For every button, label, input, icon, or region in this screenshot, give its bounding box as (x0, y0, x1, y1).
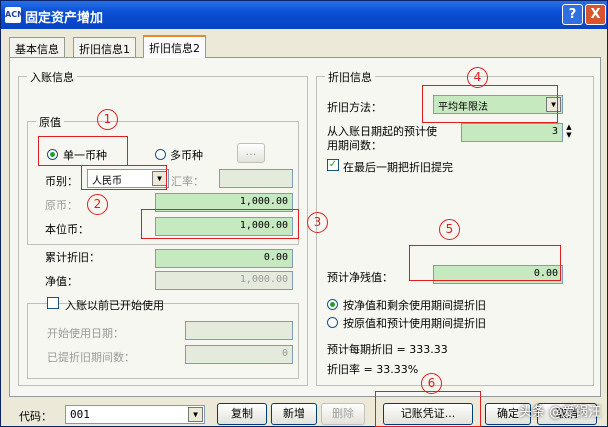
single-currency-radio[interactable] (47, 149, 58, 160)
entry-info-group: 入账信息 原值 单一币种 多币种 … 币别： 人民币 ▼ 汇率： 原币： 1,0… (18, 69, 308, 386)
add-button[interactable]: 新增 (271, 403, 317, 425)
orig-amount-label: 原币： (45, 199, 78, 212)
single-currency-label: 单一币种 (63, 149, 107, 162)
original-value-label: 原值 (36, 114, 64, 130)
prior-use-checkbox[interactable] (47, 297, 59, 309)
multi-currency-label: 多币种 (170, 149, 203, 162)
multi-currency-radio[interactable] (155, 149, 166, 160)
copy-button[interactable]: 复制 (217, 403, 267, 425)
tab-basic-info[interactable]: 基本信息 (9, 37, 65, 57)
annotation-badge-1: 1 (97, 109, 118, 130)
currency-detail-button[interactable]: … (237, 143, 265, 163)
net-value-label: 净值： (45, 275, 78, 288)
currency-select[interactable]: 人民币 ▼ (87, 169, 169, 188)
watermark: 头条 @爱锅汪 (518, 405, 601, 420)
app-icon: ACN (5, 7, 24, 23)
entry-info-label: 入账信息 (27, 69, 77, 85)
life-label-line2: 用期间数： (327, 139, 382, 152)
code-label: 代码： (19, 410, 52, 423)
method-label: 折旧方法： (327, 101, 382, 114)
local-currency-label: 本位币： (45, 223, 89, 236)
depreciation-label: 折旧信息 (325, 69, 375, 85)
per-period-text: 预计每期折旧 = 333.33 (327, 343, 448, 356)
rate-field[interactable] (219, 169, 293, 188)
method-value: 平均年限法 (438, 102, 488, 113)
prior-use-label: 入账以前已开始使用 (65, 299, 164, 312)
accum-dep-label: 累计折旧： (45, 251, 100, 264)
start-date-label: 开始使用日期： (47, 327, 124, 340)
chevron-down-icon[interactable]: ▼ (152, 171, 167, 186)
tab-panel: 入账信息 原值 单一币种 多币种 … 币别： 人民币 ▼ 汇率： 原币： 1,0… (9, 57, 601, 397)
annotation-badge-3: 3 (307, 212, 328, 233)
dialog-window: ACN 固定资产增加 ? X 基本信息 折旧信息1 折旧信息2 入账信息 原值 … (0, 0, 608, 427)
residual-field[interactable]: 0.00 (433, 265, 563, 284)
opt-net-label: 按净值和剩余使用期间提折旧 (343, 299, 486, 312)
last-period-label: 在最后一期把折旧提完 (343, 161, 453, 174)
residual-label: 预计净残值： (327, 271, 393, 284)
accum-dep-field[interactable]: 0.00 (155, 249, 293, 268)
currency-label: 币别： (45, 175, 78, 188)
currency-value: 人民币 (92, 176, 122, 187)
start-date-field[interactable] (185, 321, 293, 340)
periods-label: 已提折旧期间数： (47, 351, 135, 364)
annotation-badge-2: 2 (87, 194, 108, 215)
title-bar: ACN 固定资产增加 ? X (1, 1, 607, 29)
chevron-down-icon[interactable]: ▼ (188, 407, 203, 422)
rate-label: 汇率： (171, 175, 204, 188)
periods-field[interactable]: 0 (185, 345, 293, 364)
annotation-badge-6: 6 (421, 373, 442, 394)
help-button[interactable]: ? (562, 4, 583, 25)
voucher-button[interactable]: 记账凭证... (383, 403, 473, 425)
life-periods-value: 3 (551, 126, 558, 137)
periods-value: 0 (281, 348, 288, 359)
code-select[interactable]: 001 ▼ (65, 405, 205, 424)
opt-net-radio[interactable] (327, 299, 338, 310)
close-button[interactable]: X (585, 4, 606, 25)
chevron-down-icon[interactable]: ▼ (546, 97, 561, 112)
tab-depreciation-2[interactable]: 折旧信息2 (143, 35, 206, 58)
prior-use-group (27, 303, 299, 379)
delete-button[interactable]: 删除 (321, 403, 365, 425)
window-title: 固定资产增加 (25, 11, 104, 26)
annotation-badge-5: 5 (439, 219, 460, 240)
method-select[interactable]: 平均年限法 ▼ (433, 95, 563, 114)
life-periods-field[interactable]: 3 (461, 123, 563, 142)
last-period-checkbox[interactable]: ✓ (327, 159, 339, 171)
net-value-field: 1,000.00 (155, 271, 293, 290)
annotation-badge-4: 4 (467, 67, 488, 88)
tab-depreciation-1[interactable]: 折旧信息1 (73, 37, 136, 57)
code-value: 001 (70, 408, 90, 421)
local-currency-field[interactable]: 1,000.00 (155, 217, 293, 236)
opt-orig-radio[interactable] (327, 317, 338, 328)
opt-orig-label: 按原值和预计使用期间提折旧 (343, 317, 486, 330)
dep-rate-text: 折旧率 = 33.33% (327, 363, 419, 376)
life-spinner-icon[interactable]: ▲ ▼ (564, 123, 574, 141)
orig-amount-field[interactable]: 1,000.00 (155, 193, 293, 212)
